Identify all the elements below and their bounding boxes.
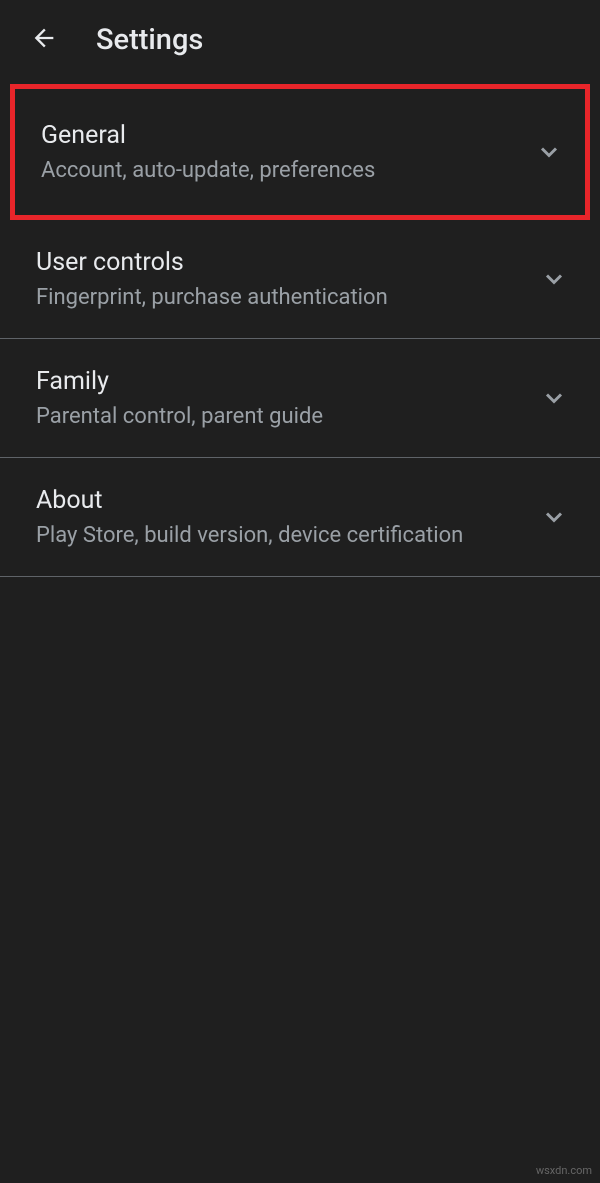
back-button[interactable] bbox=[24, 20, 64, 60]
settings-item-text: About Play Store, build version, device … bbox=[36, 486, 463, 548]
settings-item-family[interactable]: Family Parental control, parent guide bbox=[0, 339, 600, 458]
settings-item-about[interactable]: About Play Store, build version, device … bbox=[0, 458, 600, 577]
back-arrow-icon bbox=[30, 24, 58, 56]
header: Settings bbox=[0, 0, 600, 80]
settings-item-text: Family Parental control, parent guide bbox=[36, 367, 323, 429]
settings-item-subtitle: Account, auto-update, preferences bbox=[41, 158, 375, 183]
settings-item-user-controls[interactable]: User controls Fingerprint, purchase auth… bbox=[0, 220, 600, 339]
chevron-down-icon bbox=[540, 503, 568, 531]
page-title: Settings bbox=[96, 23, 203, 57]
settings-item-title: General bbox=[41, 121, 375, 150]
settings-item-subtitle: Parental control, parent guide bbox=[36, 404, 323, 429]
settings-item-title: User controls bbox=[36, 248, 388, 277]
settings-item-title: About bbox=[36, 486, 463, 515]
settings-item-subtitle: Play Store, build version, device certif… bbox=[36, 523, 463, 548]
settings-item-general[interactable]: General Account, auto-update, preference… bbox=[10, 84, 590, 220]
chevron-down-icon bbox=[535, 138, 563, 166]
watermark: wsxdn.com bbox=[536, 1164, 592, 1177]
chevron-down-icon bbox=[540, 265, 568, 293]
settings-item-text: General Account, auto-update, preference… bbox=[41, 121, 375, 183]
settings-item-text: User controls Fingerprint, purchase auth… bbox=[36, 248, 388, 310]
settings-item-title: Family bbox=[36, 367, 323, 396]
settings-list: General Account, auto-update, preference… bbox=[0, 84, 600, 577]
chevron-down-icon bbox=[540, 384, 568, 412]
settings-item-subtitle: Fingerprint, purchase authentication bbox=[36, 285, 388, 310]
